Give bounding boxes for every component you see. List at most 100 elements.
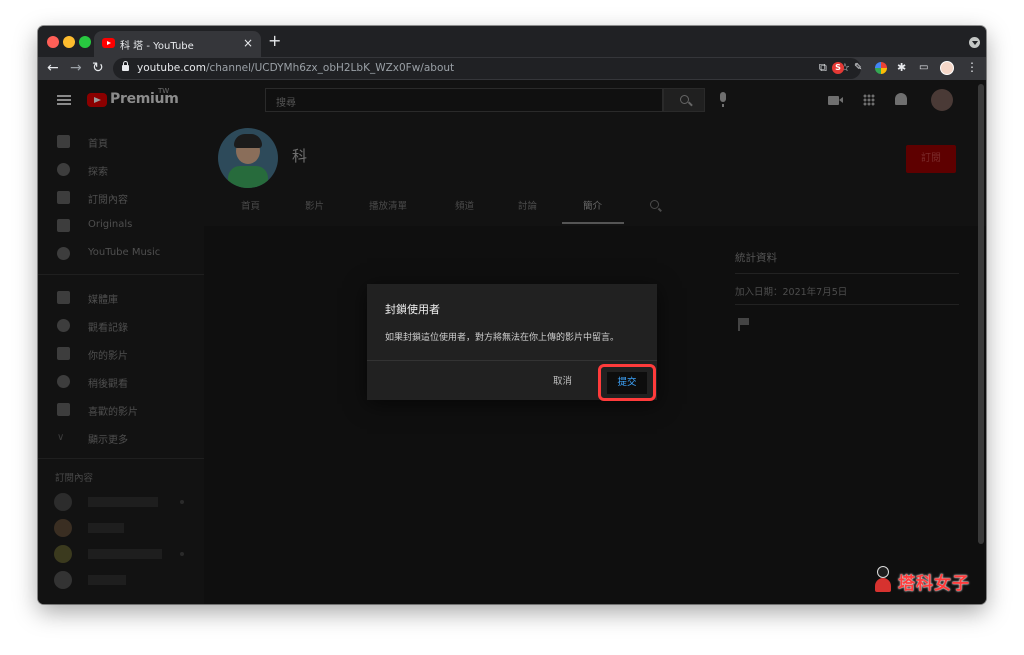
- extensions-puzzle-icon[interactable]: ✱: [897, 62, 909, 74]
- browser-toolbar: ← → ↻ youtube.com/channel/UCDYMh6zx_obH2…: [38, 57, 986, 80]
- subscription-item[interactable]: [54, 493, 194, 511]
- back-button[interactable]: ←: [47, 60, 59, 76]
- browser-window: 科 塔 - YouTube × + ← → ↻ youtube.com/chan…: [38, 26, 986, 604]
- watermark-character-icon: [872, 566, 894, 596]
- cancel-button[interactable]: 取消: [553, 373, 572, 387]
- sidebar-divider: [38, 458, 204, 459]
- url-path: /channel/UCDYMh6zx_obH2LbK_WZx0Fw/about: [205, 62, 455, 74]
- sidebar-item-explore[interactable]: 探索: [38, 156, 204, 184]
- region-code: TW: [158, 87, 170, 95]
- block-user-dialog: 封鎖使用者 如果封鎖這位使用者，對方將無法在你上傳的影片中留言。 取消 提交: [367, 284, 657, 401]
- forward-button[interactable]: →: [70, 60, 82, 76]
- sidebar-item-label: 稍後觀看: [88, 379, 128, 390]
- share-icon[interactable]: ⧉: [819, 61, 827, 75]
- address-bar[interactable]: youtube.com/channel/UCDYMh6zx_obH2LbK_WZ…: [113, 58, 861, 79]
- url-host: youtube.com: [137, 62, 206, 74]
- submit-highlight-box: 提交: [598, 364, 656, 401]
- youtube-favicon-icon: [102, 38, 115, 48]
- sidebar-item-show-more[interactable]: ∨ 顯示更多: [38, 424, 204, 452]
- maximize-window-button[interactable]: [79, 36, 91, 48]
- close-window-button[interactable]: [47, 36, 59, 48]
- dialog-divider: [367, 360, 657, 361]
- sidebar-item-music[interactable]: YouTube Music: [38, 240, 204, 268]
- sidebar-item-label: 探索: [88, 167, 108, 178]
- sidebar-item-liked[interactable]: 喜歡的影片: [38, 396, 204, 424]
- subscription-item[interactable]: [54, 545, 194, 563]
- new-tab-button[interactable]: +: [268, 32, 281, 50]
- minimize-window-button[interactable]: [63, 36, 75, 48]
- new-content-dot: [180, 500, 184, 504]
- page-scrollbar[interactable]: [978, 84, 984, 544]
- channel-avatar[interactable]: [218, 128, 278, 188]
- tab-about[interactable]: 簡介: [583, 198, 602, 212]
- watermark-text: 塔科女子: [898, 574, 970, 594]
- channel-search-icon[interactable]: [650, 200, 659, 209]
- mic-icon[interactable]: [720, 92, 726, 107]
- lock-icon[interactable]: [122, 61, 129, 71]
- create-video-icon[interactable]: [828, 96, 843, 105]
- dialog-message: 如果封鎖這位使用者，對方將無法在你上傳的影片中留言。: [385, 333, 620, 343]
- subscriptions-icon: [57, 191, 70, 204]
- channel-name-blurred: [88, 523, 124, 533]
- sidebar-item-label: 顯示更多: [88, 435, 128, 446]
- tab-strip: 科 塔 - YouTube × +: [38, 26, 986, 57]
- stats-divider: [735, 273, 959, 274]
- notifications-bell-icon[interactable]: [895, 93, 907, 105]
- sidebar-item-history[interactable]: 觀看記錄: [38, 312, 204, 340]
- liked-icon: [57, 403, 70, 416]
- browser-menu-icon[interactable]: ⋮: [966, 60, 978, 74]
- tab-videos[interactable]: 影片: [305, 198, 324, 212]
- cast-icon[interactable]: ▭: [919, 62, 931, 74]
- watermark-head: [877, 566, 889, 578]
- subscribe-button[interactable]: 訂閱: [906, 145, 956, 173]
- sidebar-item-label: 喜歡的影片: [88, 407, 138, 418]
- channel-name-blurred: [88, 575, 126, 585]
- sidebar-item-library[interactable]: 媒體庫: [38, 284, 204, 312]
- youtube-logo-icon[interactable]: [87, 93, 107, 107]
- channel-name-blurred: [88, 497, 158, 507]
- tab-discussion[interactable]: 討論: [518, 198, 537, 212]
- browser-tab[interactable]: 科 塔 - YouTube ×: [94, 31, 261, 57]
- home-icon: [57, 135, 70, 148]
- originals-icon: [57, 219, 70, 232]
- url-text[interactable]: youtube.com/channel/UCDYMh6zx_obH2LbK_WZ…: [137, 62, 454, 74]
- extension-tool-icon[interactable]: ✎: [854, 62, 866, 74]
- sidebar-item-watch-later[interactable]: 稍後觀看: [38, 368, 204, 396]
- sidebar-item-home[interactable]: 首頁: [38, 128, 204, 156]
- tab-title: 科 塔 - YouTube: [120, 41, 194, 52]
- library-icon: [57, 291, 70, 304]
- tab-home[interactable]: 首頁: [241, 198, 260, 212]
- explore-icon: [57, 163, 70, 176]
- channel-avatar: [54, 493, 72, 511]
- tab-search-icon[interactable]: [969, 37, 980, 48]
- avatar-hair: [234, 134, 262, 148]
- apps-grid-icon[interactable]: [863, 94, 875, 106]
- dialog-title: 封鎖使用者: [385, 303, 440, 316]
- tab-playlists[interactable]: 播放清單: [369, 198, 407, 212]
- account-avatar[interactable]: [931, 89, 953, 111]
- sidebar-item-originals[interactable]: Originals: [38, 212, 204, 240]
- reload-button[interactable]: ↻: [92, 60, 104, 76]
- stats-title: 統計資料: [735, 252, 777, 264]
- search-button[interactable]: [663, 88, 705, 112]
- sidebar-item-subscriptions[interactable]: 訂閱內容: [38, 184, 204, 212]
- hamburger-menu-icon[interactable]: [57, 95, 71, 105]
- tab-close-icon[interactable]: ×: [243, 36, 253, 50]
- subscription-item[interactable]: [54, 571, 194, 589]
- subscriptions-heading: 訂閱內容: [55, 473, 94, 484]
- flag-icon[interactable]: [738, 318, 749, 331]
- extension-s-icon[interactable]: S: [832, 62, 844, 74]
- joined-date: 加入日期：2021年7月5日: [735, 287, 848, 298]
- music-icon: [57, 247, 70, 260]
- sidebar-item-your-videos[interactable]: 你的影片: [38, 340, 204, 368]
- extension-color-icon[interactable]: [875, 62, 887, 74]
- history-icon: [57, 319, 70, 332]
- search-input[interactable]: 搜尋: [265, 88, 663, 112]
- sidebar-item-label: 首頁: [88, 139, 108, 150]
- profile-avatar[interactable]: [940, 61, 954, 75]
- stats-divider: [735, 304, 959, 305]
- subscription-item[interactable]: [54, 519, 194, 537]
- submit-button[interactable]: 提交: [607, 372, 647, 394]
- channel-avatar: [54, 519, 72, 537]
- tab-channels[interactable]: 頻道: [455, 198, 474, 212]
